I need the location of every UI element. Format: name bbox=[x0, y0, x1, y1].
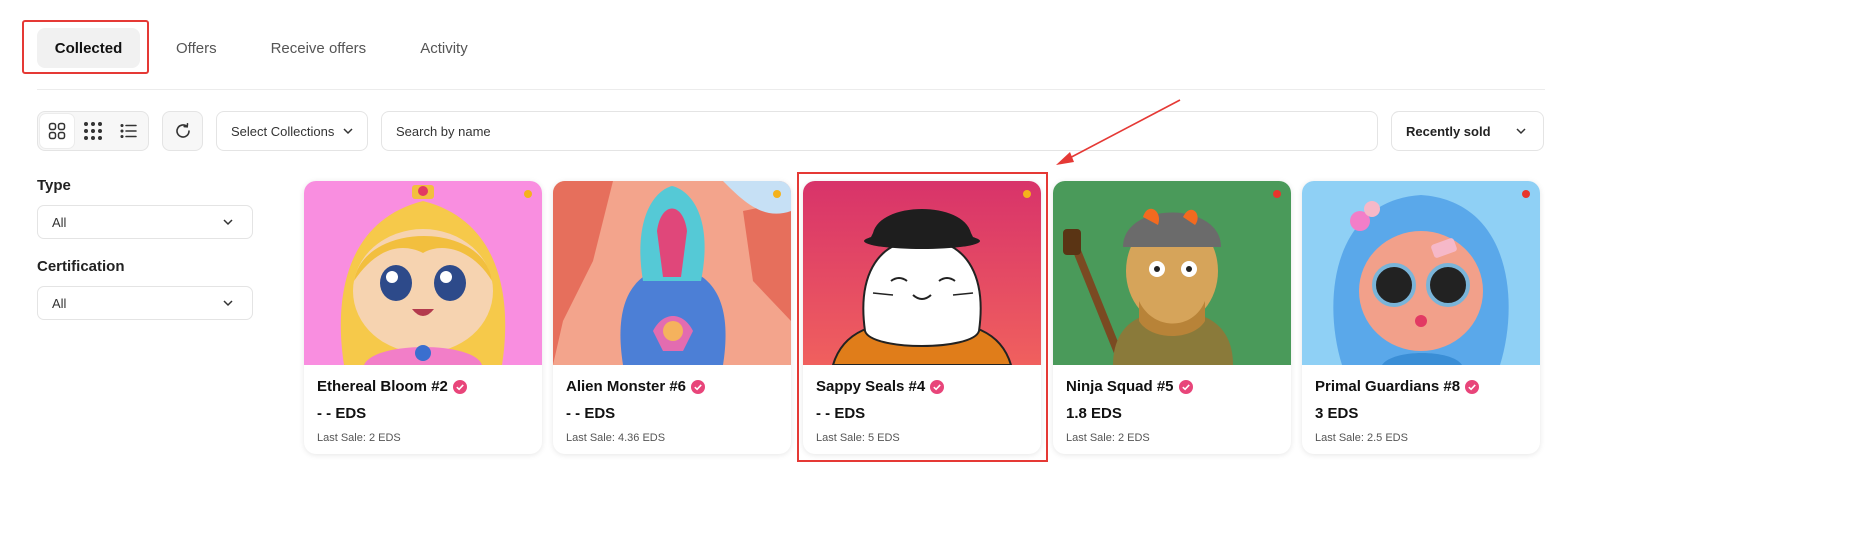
status-dot bbox=[773, 190, 781, 198]
tab-bar: Collected Offers Receive offers Activity bbox=[37, 28, 502, 68]
chevron-down-icon bbox=[223, 219, 233, 226]
nft-last-sale: Last Sale: 5 EDS bbox=[816, 432, 900, 444]
tab-divider bbox=[37, 89, 1545, 90]
nft-image bbox=[1053, 181, 1291, 365]
nft-image bbox=[803, 181, 1041, 365]
type-filter-label: Type bbox=[37, 177, 71, 194]
nft-card[interactable]: Sappy Seals #4 - - EDS Last Sale: 5 EDS bbox=[803, 181, 1041, 454]
nft-title-text: Primal Guardians #8 bbox=[1315, 378, 1461, 395]
refresh-icon bbox=[175, 122, 190, 138]
nft-title-text: Ninja Squad #5 bbox=[1066, 378, 1174, 395]
nft-title-text: Ethereal Bloom #2 bbox=[317, 378, 448, 395]
nft-price: - - EDS bbox=[816, 405, 866, 422]
nft-image bbox=[1302, 181, 1540, 365]
nft-title: Primal Guardians #8 bbox=[1315, 378, 1480, 395]
status-dot bbox=[1273, 190, 1281, 198]
grid-large-icon bbox=[48, 122, 66, 140]
chevron-down-icon bbox=[343, 128, 353, 135]
view-mode-toggle bbox=[37, 111, 149, 151]
nft-card[interactable]: Ninja Squad #5 1.8 EDS Last Sale: 2 EDS bbox=[1053, 181, 1291, 454]
nft-price: - - EDS bbox=[317, 405, 367, 422]
nft-title: Ethereal Bloom #2 bbox=[317, 378, 467, 395]
sort-dropdown[interactable]: Recently sold bbox=[1391, 111, 1544, 151]
certification-filter-select[interactable]: All bbox=[37, 286, 253, 320]
type-filter-select[interactable]: All bbox=[37, 205, 253, 239]
nft-title-text: Sappy Seals #4 bbox=[816, 378, 926, 395]
nft-card[interactable]: Alien Monster #6 - - EDS Last Sale: 4.36… bbox=[553, 181, 791, 454]
certification-filter-value: All bbox=[52, 295, 67, 311]
nft-image bbox=[304, 181, 542, 365]
verified-badge-icon bbox=[1178, 379, 1193, 394]
tab-offers[interactable]: Offers bbox=[156, 28, 237, 68]
nft-title-text: Alien Monster #6 bbox=[566, 378, 687, 395]
nft-title: Ninja Squad #5 bbox=[1066, 378, 1193, 395]
verified-badge-icon bbox=[930, 379, 945, 394]
list-icon bbox=[120, 123, 137, 139]
verified-badge-icon bbox=[691, 379, 706, 394]
nft-last-sale: Last Sale: 2 EDS bbox=[317, 432, 401, 444]
select-collections-dropdown[interactable]: Select Collections bbox=[216, 111, 368, 151]
nft-price: 1.8 EDS bbox=[1066, 405, 1122, 422]
nft-last-sale: Last Sale: 2.5 EDS bbox=[1315, 432, 1408, 444]
nft-title: Sappy Seals #4 bbox=[816, 378, 945, 395]
chevron-down-icon bbox=[223, 300, 233, 307]
sort-label: Recently sold bbox=[1406, 123, 1491, 139]
nft-price: - - EDS bbox=[566, 405, 616, 422]
nft-image bbox=[553, 181, 791, 365]
list-view-button[interactable] bbox=[111, 113, 147, 149]
verified-badge-icon bbox=[1465, 379, 1480, 394]
grid-small-icon bbox=[84, 122, 102, 140]
nft-card[interactable]: Ethereal Bloom #2 - - EDS Last Sale: 2 E… bbox=[304, 181, 542, 454]
tab-activity[interactable]: Activity bbox=[400, 28, 488, 68]
verified-badge-icon bbox=[452, 379, 467, 394]
chevron-down-icon bbox=[1516, 128, 1526, 135]
select-collections-label: Select Collections bbox=[231, 123, 335, 139]
nft-last-sale: Last Sale: 2 EDS bbox=[1066, 432, 1150, 444]
type-filter-value: All bbox=[52, 214, 67, 230]
search-box bbox=[381, 111, 1378, 151]
status-dot bbox=[1023, 190, 1031, 198]
grid-small-view-button[interactable] bbox=[75, 113, 111, 149]
nft-last-sale: Last Sale: 4.36 EDS bbox=[566, 432, 666, 444]
nft-card[interactable]: Primal Guardians #8 3 EDS Last Sale: 2.5… bbox=[1302, 181, 1540, 454]
grid-large-view-button[interactable] bbox=[39, 113, 75, 149]
tab-collected[interactable]: Collected bbox=[37, 28, 140, 68]
certification-filter-label: Certification bbox=[37, 258, 125, 275]
search-input[interactable] bbox=[382, 112, 1377, 150]
status-dot bbox=[524, 190, 532, 198]
nft-price: 3 EDS bbox=[1315, 405, 1359, 422]
refresh-button[interactable] bbox=[162, 111, 203, 151]
tab-receive-offers[interactable]: Receive offers bbox=[251, 28, 387, 68]
nft-title: Alien Monster #6 bbox=[566, 378, 706, 395]
status-dot bbox=[1522, 190, 1530, 198]
